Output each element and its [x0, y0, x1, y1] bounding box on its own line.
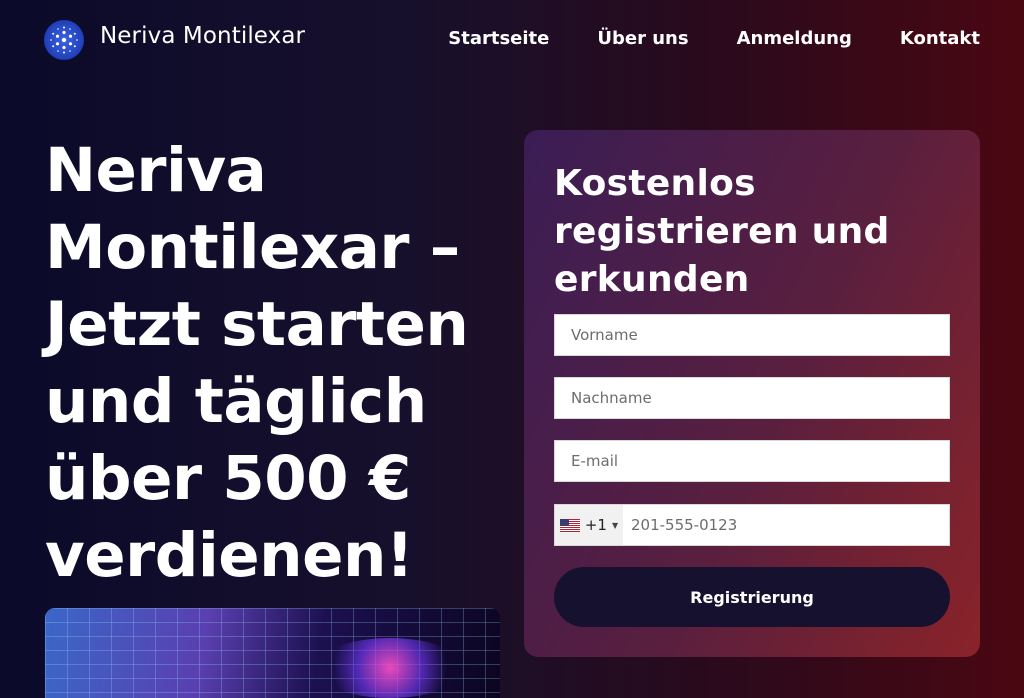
logo-dots-icon [50, 26, 78, 54]
email-input[interactable] [555, 441, 949, 481]
hero-image-glow [315, 638, 465, 698]
nav-link-ueber-uns[interactable]: Über uns [597, 28, 688, 49]
form-title: Kostenlos registrieren und erkunden [554, 163, 890, 300]
hero-image [45, 608, 500, 698]
nav-link-anmeldung[interactable]: Anmeldung [737, 28, 852, 49]
phone-field[interactable]: +1 ▼ [554, 504, 950, 546]
register-button[interactable]: Registrierung [554, 567, 950, 627]
nav-link-startseite[interactable]: Startseite [448, 28, 549, 49]
hero-title: Neriva Montilexar – Jetzt starten und tä… [45, 135, 469, 591]
nav-link-kontakt[interactable]: Kontakt [900, 28, 980, 49]
last-name-input[interactable] [555, 378, 949, 418]
site-header: Neriva Montilexar Startseite Über uns An… [0, 0, 1024, 80]
first-name-field[interactable] [554, 314, 950, 356]
brand-name[interactable]: Neriva Montilexar [100, 23, 305, 49]
phone-input[interactable] [623, 505, 949, 545]
email-field[interactable] [554, 440, 950, 482]
main-nav: Startseite Über uns Anmeldung Kontakt [448, 28, 980, 49]
brand-logo-icon[interactable] [44, 20, 84, 60]
us-flag-icon [559, 518, 580, 532]
first-name-input[interactable] [555, 315, 949, 355]
country-code-selector[interactable]: +1 ▼ [555, 505, 623, 545]
registration-form: Kostenlos registrieren und erkunden +1 ▼ [524, 130, 980, 657]
caret-down-icon: ▼ [611, 520, 619, 530]
country-code: +1 [584, 516, 607, 534]
last-name-field[interactable] [554, 377, 950, 419]
